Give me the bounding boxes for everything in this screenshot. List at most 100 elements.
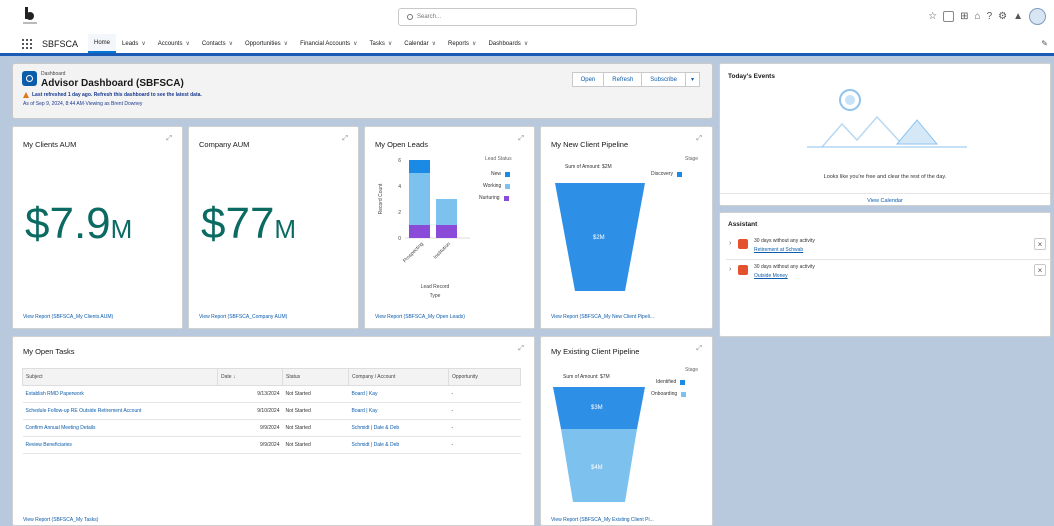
view-report-link[interactable]: View Report (SBFSCA_My Clients AUM) (23, 314, 113, 320)
x-axis-label: Type (430, 293, 441, 299)
view-calendar-link[interactable]: View Calendar (720, 193, 1050, 204)
tab-opportunities[interactable]: Opportunities ∨ (239, 34, 294, 53)
tab-contacts[interactable]: Contacts ∨ (196, 34, 239, 53)
expand-icon[interactable]: ⤢ (342, 135, 348, 143)
trailhead-icon[interactable]: ⌂ (975, 11, 981, 22)
tab-dashboards[interactable]: Dashboards ∨ (482, 34, 534, 53)
app-name: SBFSCA (42, 38, 79, 49)
view-report-link[interactable]: View Report (SBFSCA_My Tasks) (23, 517, 98, 523)
task-opportunity: - (448, 402, 521, 420)
legend-title: Lead Status (485, 156, 512, 162)
bar-nurturing (409, 225, 430, 238)
warning-icon (23, 92, 29, 98)
account-link[interactable]: Board | Kay (352, 391, 378, 397)
legend-swatch (505, 171, 511, 177)
column-date[interactable]: Date ↓ (217, 368, 283, 386)
y-axis-label: Record Count (378, 183, 384, 214)
view-report-link[interactable]: View Report (SBFSCA_My Existing Client P… (551, 517, 654, 523)
chevron-down-icon[interactable]: ∨ (185, 40, 189, 47)
global-header: Search... ☆ ⊞ ⌂ ? ⚙ ▲ (0, 0, 1054, 34)
add-icon[interactable]: ⊞ (960, 11, 968, 22)
segment-label-identified: $3M (591, 405, 603, 411)
chevron-down-icon[interactable]: ∨ (432, 40, 436, 47)
task-link[interactable]: Establish RMD Paperwork (26, 391, 84, 397)
chevron-right-icon[interactable]: › (729, 240, 731, 247)
task-link[interactable]: Review Beneficiaries (26, 442, 72, 448)
assistant-item: › 30 days without any activity Retiremen… (726, 236, 1051, 260)
empty-state-message: Looks like you're free and clear the res… (823, 174, 947, 180)
chevron-down-icon[interactable]: ∨ (388, 40, 392, 47)
tab-reports[interactable]: Reports ∨ (442, 34, 482, 53)
y-tick-label: 6 (398, 158, 401, 164)
tab-accounts[interactable]: Accounts ∨ (152, 34, 196, 53)
dismiss-button[interactable]: × (1034, 238, 1046, 250)
chevron-down-icon[interactable]: ∨ (353, 40, 357, 47)
segment-label-onboarding: $4M (591, 465, 603, 471)
dashboard-icon (22, 71, 37, 86)
task-link[interactable]: Confirm Annual Meeting Details (26, 425, 96, 431)
card-title: Company AUM (199, 140, 250, 149)
company-aum-card: Company AUM ⤢ $77M View Report (SBFSCA_C… (188, 126, 359, 329)
tab-financial-accounts[interactable]: Financial Accounts ∨ (294, 34, 363, 53)
legend-swatch (503, 195, 509, 201)
account-link[interactable]: Schmidt | Dale & Deb (352, 425, 400, 431)
edit-nav-icon[interactable]: ✎ (1041, 39, 1048, 48)
column-subject[interactable]: Subject (22, 368, 218, 386)
header-actions: Open Refresh Subscribe ▾ (571, 72, 700, 87)
chevron-down-icon[interactable]: ∨ (229, 40, 233, 47)
refresh-warning: Last refreshed 1 day ago. Refresh this d… (23, 92, 202, 98)
chevron-right-icon[interactable]: › (729, 266, 731, 273)
avatar[interactable] (1029, 8, 1046, 25)
task-opportunity: - (448, 385, 521, 403)
favorites-list-icon[interactable] (943, 11, 955, 22)
column-status[interactable]: Status (282, 368, 349, 386)
view-report-link[interactable]: View Report (SBFSCA_My Open Leads) (375, 314, 465, 320)
view-report-link[interactable]: View Report (SBFSCA_Company AUM) (199, 314, 287, 320)
dismiss-button[interactable]: × (1034, 264, 1046, 276)
open-button[interactable]: Open (571, 72, 605, 87)
tab-calendar[interactable]: Calendar ∨ (398, 34, 442, 53)
bar-new (409, 160, 430, 173)
subscribe-button[interactable]: Subscribe (642, 72, 686, 87)
tab-leads[interactable]: Leads ∨ (116, 34, 152, 53)
account-link[interactable]: Board | Kay (352, 408, 378, 414)
column-company[interactable]: Company / Account (348, 368, 449, 386)
expand-icon[interactable]: ⤢ (518, 345, 524, 353)
table-row: Establish RMD Paperwork 9/13/2024 Not St… (22, 385, 521, 403)
chevron-down-icon[interactable]: ∨ (524, 40, 528, 47)
app-launcher-icon[interactable] (22, 38, 32, 49)
tab-tasks[interactable]: Tasks ∨ (364, 34, 399, 53)
refresh-button[interactable]: Refresh (604, 72, 643, 87)
setup-icon[interactable]: ⚙ (998, 11, 1007, 22)
segment-label: $2M (593, 235, 605, 241)
x-axis-label: Lead Record (421, 284, 450, 290)
more-actions-button[interactable]: ▾ (685, 72, 700, 87)
chevron-down-icon[interactable]: ∨ (141, 40, 145, 47)
notifications-icon[interactable]: ▲ (1013, 11, 1023, 22)
card-title: My Open Tasks (23, 347, 75, 356)
task-link[interactable]: Schedule Follow-up RE Outside Retirement… (26, 408, 142, 414)
expand-icon[interactable]: ⤢ (166, 135, 172, 143)
company-logo[interactable] (22, 5, 38, 27)
chevron-down-icon[interactable]: ∨ (472, 40, 476, 47)
metric-value: $7.9M (25, 199, 133, 248)
opportunity-icon (738, 239, 748, 249)
task-status: Not Started (282, 385, 349, 403)
favorites-icon[interactable]: ☆ (928, 11, 937, 22)
y-tick-label: 2 (398, 210, 401, 216)
chevron-down-icon[interactable]: ∨ (284, 40, 288, 47)
insight-link[interactable]: Outside Money (754, 273, 788, 279)
view-report-link[interactable]: View Report (SBFSCA_My New Client Pipeli… (551, 314, 654, 320)
insight-link[interactable]: Retirement at Schwab (754, 247, 803, 253)
insight-text: 30 days without any activity (754, 238, 815, 244)
tab-home[interactable]: Home (88, 34, 117, 53)
x-tick-label: Prospecting (402, 241, 425, 264)
chevron-down-icon: ▾ (690, 77, 694, 83)
card-title: My Clients AUM (23, 140, 77, 149)
global-search-input[interactable]: Search... (398, 8, 637, 26)
help-icon[interactable]: ? (987, 11, 993, 22)
legend-item-working: Working (483, 183, 511, 189)
column-opportunity[interactable]: Opportunity (448, 368, 521, 386)
clients-aum-card: My Clients AUM ⤢ $7.9M View Report (SBFS… (12, 126, 183, 329)
account-link[interactable]: Schmidt | Dale & Deb (352, 442, 400, 448)
